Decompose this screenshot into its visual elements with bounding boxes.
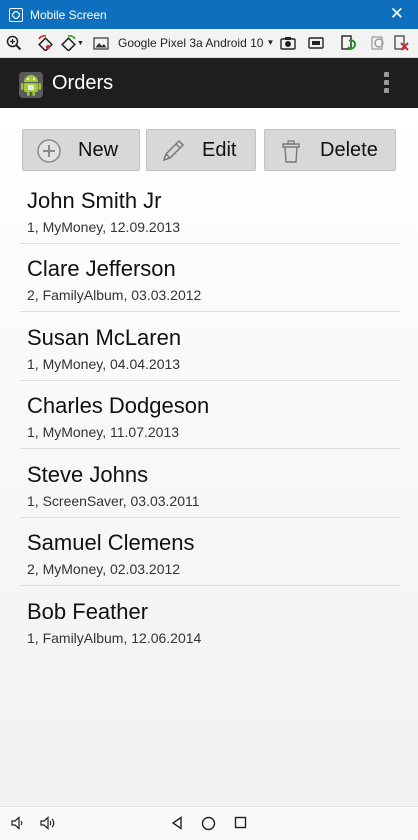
close-icon[interactable]: ✕ [390, 5, 404, 22]
list-item[interactable]: John Smith Jr 1, MyMoney, 12.09.2013 [20, 176, 400, 244]
order-details: 1, ScreenSaver, 03.03.2011 [27, 493, 200, 509]
recents-icon[interactable] [234, 816, 247, 829]
window-title: Mobile Screen [30, 7, 107, 22]
back-icon[interactable] [170, 816, 184, 830]
home-icon[interactable] [201, 816, 216, 831]
order-details: 1, FamilyAlbum, 12.06.2014 [27, 630, 202, 646]
trash-icon [282, 140, 300, 163]
list-item[interactable]: Clare Jefferson 2, FamilyAlbum, 03.03.20… [20, 244, 400, 312]
order-details: 1, MyMoney, 04.04.2013 [27, 356, 181, 372]
order-details: 2, MyMoney, 02.03.2012 [27, 561, 181, 577]
order-details: 1, MyMoney, 12.09.2013 [27, 219, 181, 235]
order-details: 1, MyMoney, 11.07.2013 [27, 424, 180, 440]
volume-up-icon[interactable] [40, 816, 58, 830]
image-icon[interactable] [93, 35, 109, 51]
order-details: 2, FamilyAlbum, 03.03.2012 [27, 287, 202, 303]
edit-button[interactable]: Edit [146, 129, 256, 171]
order-customer-name: John Smith Jr [27, 188, 162, 213]
clear-icon[interactable] [393, 35, 409, 51]
order-customer-name: Charles Dodgeson [27, 393, 210, 418]
order-customer-name: Clare Jefferson [27, 256, 176, 281]
list-item[interactable]: Susan McLaren 1, MyMoney, 04.04.2013 [20, 313, 400, 381]
page-title: Orders [52, 72, 114, 94]
device-selector[interactable]: Google Pixel 3a Android 10 ▼ [118, 36, 274, 50]
order-customer-name: Susan McLaren [27, 325, 182, 350]
list-item[interactable]: Charles Dodgeson 1, MyMoney, 11.07.2013 [20, 381, 400, 449]
list-item[interactable]: Samuel Clemens 2, MyMoney, 02.03.2012 [20, 518, 400, 586]
new-button[interactable]: New [22, 129, 140, 171]
zoom-in-icon[interactable] [6, 35, 22, 51]
rotate-left-icon[interactable] [37, 35, 53, 51]
pencil-icon [162, 139, 185, 162]
delete-button-label: Delete [320, 138, 378, 161]
android-icon [19, 72, 43, 98]
refresh-app-icon[interactable] [340, 35, 356, 51]
volume-down-icon[interactable] [11, 816, 25, 830]
camera-icon[interactable] [280, 35, 296, 51]
delete-button[interactable]: Delete [264, 129, 396, 171]
orders-screen: New Edit Delete John Smith Jr 1, MyMoney… [0, 108, 418, 806]
rotate-dropdown-caret-icon[interactable]: ▼ [77, 40, 84, 47]
order-customer-name: Bob Feather [27, 599, 149, 624]
rotate-right-icon[interactable] [61, 35, 77, 51]
list-item[interactable]: Bob Feather 1, FamilyAlbum, 12.06.2014 [20, 587, 400, 655]
navigation-bar [0, 806, 418, 840]
list-item[interactable]: Steve Johns 1, ScreenSaver, 03.03.2011 [20, 450, 400, 518]
chevron-down-icon: ▼ [266, 38, 275, 47]
app-bar: Orders [0, 58, 418, 108]
edit-button-label: Edit [202, 138, 237, 161]
device-label: Google Pixel 3a Android 10 [118, 36, 264, 50]
refresh-icon[interactable] [370, 35, 386, 51]
app-window-icon [9, 7, 23, 22]
screen-record-icon[interactable] [308, 35, 324, 51]
order-customer-name: Samuel Clemens [27, 530, 195, 555]
overflow-menu-icon[interactable] [384, 72, 390, 96]
add-circle-icon [37, 139, 61, 163]
window-title-bar: Mobile Screen ✕ [0, 0, 418, 29]
toolbar: ▼ Google Pixel 3a Android 10 ▼ [0, 29, 418, 58]
new-button-label: New [78, 138, 119, 161]
order-customer-name: Steve Johns [27, 462, 149, 487]
